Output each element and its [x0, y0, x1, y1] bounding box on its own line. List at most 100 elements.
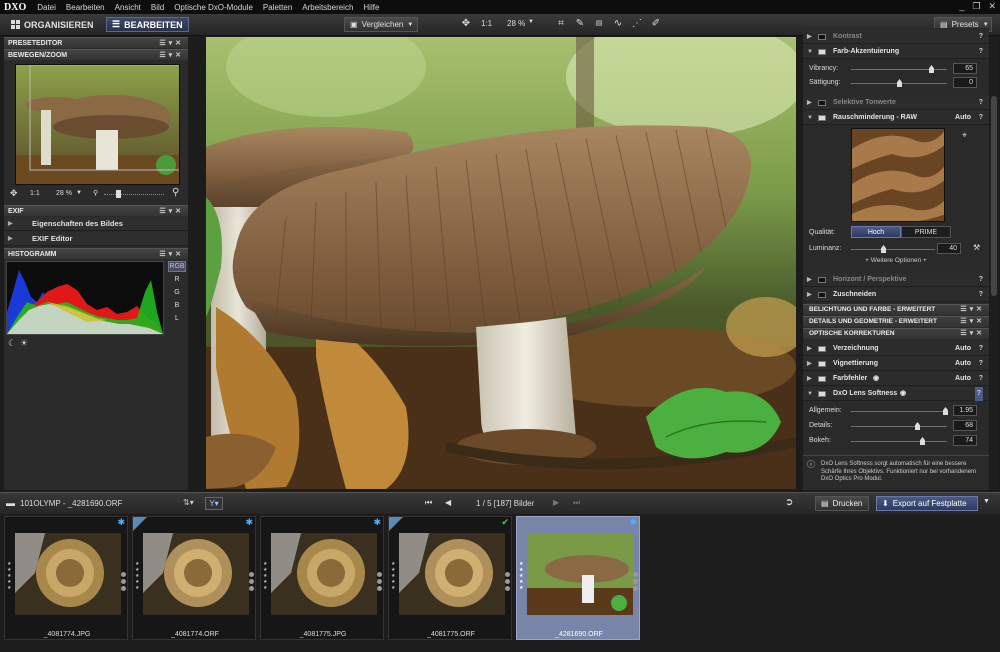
section-toggle[interactable] [818, 292, 826, 298]
panel-controls[interactable]: ☰▾✕ [159, 38, 184, 49]
section-selektive-tonwerte[interactable]: ▶ Selektive Tonwerte ? [803, 96, 989, 110]
panel-controls[interactable]: ☰▾✕ [159, 206, 184, 217]
quality-hoch-button[interactable]: Hoch [851, 226, 901, 238]
allgemein-slider-knob[interactable] [943, 407, 948, 415]
help-icon[interactable]: ? [979, 342, 983, 356]
section-toggle[interactable] [818, 346, 826, 352]
rating-stars[interactable]: ★ ★ ★ ★ ★ [7, 561, 11, 591]
panel-controls[interactable]: ☰▾✕ [159, 249, 184, 260]
thumbnail[interactable]: ✔ ★ ★ ★ ★ ★ _4081775.ORF [388, 516, 512, 640]
allgemein-slider-track[interactable] [851, 411, 947, 412]
eye-hidden-icon[interactable]: ◉ [900, 387, 906, 401]
next-image-icon[interactable]: ▶ [553, 498, 559, 507]
navigator-preview[interactable] [15, 64, 180, 185]
thumbnail-selected[interactable]: ✱ ★ ★ ★ ★ ★ _4281690.ORF [516, 516, 640, 640]
rgb-icon[interactable]: ▤ [593, 18, 605, 30]
quality-prime-button[interactable]: PRIME [901, 226, 951, 238]
minimize-button[interactable]: _ [959, 1, 964, 12]
bokeh-value-field[interactable]: 74 [953, 435, 977, 446]
panel-controls[interactable]: ☰▾✕ [159, 50, 184, 61]
histogram-header[interactable]: HISTOGRAMM ☰▾✕ [4, 248, 188, 259]
channel-b[interactable]: B [168, 302, 186, 309]
export-options-chevron-icon[interactable]: ▼ [983, 498, 990, 505]
zoom-chevron-icon[interactable]: ▼ [528, 19, 534, 25]
eraser-icon[interactable]: ✎ [574, 18, 586, 30]
weitere-optionen-link[interactable]: + Weitere Optionen + [803, 257, 989, 264]
organize-mode-button[interactable]: ORGANISIEREN [6, 17, 99, 32]
eyedropper-icon[interactable]: ✐ [650, 18, 662, 30]
auto-button[interactable]: Auto [955, 342, 971, 356]
help-icon[interactable]: ? [979, 45, 983, 59]
ratio-button[interactable]: 1:1 [481, 19, 492, 28]
move-zoom-header[interactable]: BEWEGEN/ZOOM ☰▾✕ [4, 49, 188, 60]
edit-mode-button[interactable]: ☰ BEARBEITEN [106, 17, 189, 32]
zoom-select[interactable]: 28 % [507, 19, 525, 28]
main-image-viewer[interactable] [206, 37, 796, 489]
channel-l[interactable]: L [168, 315, 186, 322]
exif-item-properties[interactable]: ▶ Eigenschaften des Bildes [4, 217, 188, 231]
compare-button[interactable]: ▣ Vergleichen ▼ [344, 17, 418, 32]
section-toggle[interactable] [818, 277, 826, 283]
rating-stars[interactable]: ★ ★ ★ ★ ★ [135, 561, 139, 591]
menu-arbeitsbereich[interactable]: Arbeitsbereich [297, 3, 358, 12]
help-icon[interactable]: ? [979, 372, 983, 386]
perspective-icon[interactable]: ⋰ [631, 18, 643, 30]
rating-stars[interactable]: ★ ★ ★ ★ ★ [263, 561, 267, 591]
eye-hidden-icon[interactable]: ◉ [873, 372, 879, 386]
channel-rgb[interactable]: RGB [168, 261, 186, 272]
section-zuschneiden[interactable]: ▶ Zuschneiden ? [803, 288, 989, 302]
bokeh-slider-track[interactable] [851, 441, 947, 442]
restore-button[interactable]: ❐ [972, 1, 980, 12]
luminanz-value-field[interactable]: 40 [937, 243, 961, 254]
channel-g[interactable]: G [168, 289, 186, 296]
zoom-slider-track[interactable] [104, 194, 164, 195]
help-icon[interactable]: ? [979, 288, 983, 302]
nav-zoom-select[interactable]: 28 % [56, 190, 72, 197]
auto-button[interactable]: Auto [955, 357, 971, 371]
bokeh-slider-knob[interactable] [920, 437, 925, 445]
wand-icon[interactable]: ⚒ [973, 243, 980, 252]
panel-controls[interactable]: ☰▾✕ [960, 329, 985, 339]
section-toggle[interactable] [818, 376, 826, 382]
menu-ansicht[interactable]: Ansicht [110, 3, 146, 12]
channel-r[interactable]: R [168, 276, 186, 283]
noise-preview[interactable] [851, 128, 945, 222]
move-icon[interactable]: ✥ [10, 188, 18, 199]
section-farbfehler[interactable]: ▶ Farbfehler ◉ Auto ? [803, 372, 989, 386]
rating-stars[interactable]: ★ ★ ★ ★ ★ [519, 561, 523, 591]
section-vignettierung[interactable]: ▶ Vignettierung Auto ? [803, 357, 989, 371]
prev-image-icon[interactable]: ◀ [445, 498, 451, 507]
rating-stars[interactable]: ★ ★ ★ ★ ★ [391, 561, 395, 591]
preset-editor-header[interactable]: PRESETEDITOR ☰▾✕ [4, 37, 188, 48]
section-kontrast[interactable]: ▶ Kontrast ? [803, 30, 989, 44]
vibrancy-slider-knob[interactable] [929, 65, 934, 73]
menu-paletten[interactable]: Paletten [258, 3, 297, 12]
saettigung-value-field[interactable]: 0 [953, 77, 977, 88]
details-value-field[interactable]: 68 [953, 420, 977, 431]
menu-datei[interactable]: Datei [32, 3, 61, 12]
last-image-icon[interactable]: ⏭ [573, 498, 580, 508]
help-icon[interactable]: ? [979, 273, 983, 287]
luminanz-slider-track[interactable] [851, 249, 935, 250]
auto-button[interactable]: Auto [955, 372, 971, 386]
thumbnail[interactable]: ✱ ★ ★ ★ ★ ★ _4081774.JPG [4, 516, 128, 640]
details-slider-track[interactable] [851, 426, 947, 427]
zoom-in-icon[interactable]: ⚲ [172, 187, 179, 198]
details-slider-knob[interactable] [915, 422, 920, 430]
menu-hilfe[interactable]: Hilfe [358, 3, 384, 12]
thumbnail[interactable]: ✱ ★ ★ ★ ★ ★ _4081775.JPG [260, 516, 384, 640]
section-toggle[interactable] [818, 100, 826, 106]
section-toggle[interactable] [818, 115, 826, 121]
crop-icon[interactable]: ⌗ [555, 18, 567, 30]
section-toggle[interactable] [818, 361, 826, 367]
section-toggle[interactable] [818, 34, 826, 40]
allgemein-value-field[interactable]: 1.95 [953, 405, 977, 416]
panel-controls[interactable]: ☰▾✕ [960, 305, 985, 315]
auto-button[interactable]: Auto [955, 111, 971, 125]
help-icon[interactable]: ? [979, 30, 983, 44]
group-optische-korrekturen[interactable]: OPTISCHE KORREKTUREN ☰▾✕ [803, 328, 989, 339]
vibrancy-value-field[interactable]: 65 [953, 63, 977, 74]
process-icon[interactable]: ➲ [785, 497, 793, 508]
group-belichtung-farbe[interactable]: BELICHTUNG UND FARBE - ERWEITERT ☰▾✕ [803, 304, 989, 315]
help-icon[interactable]: ? [979, 357, 983, 371]
